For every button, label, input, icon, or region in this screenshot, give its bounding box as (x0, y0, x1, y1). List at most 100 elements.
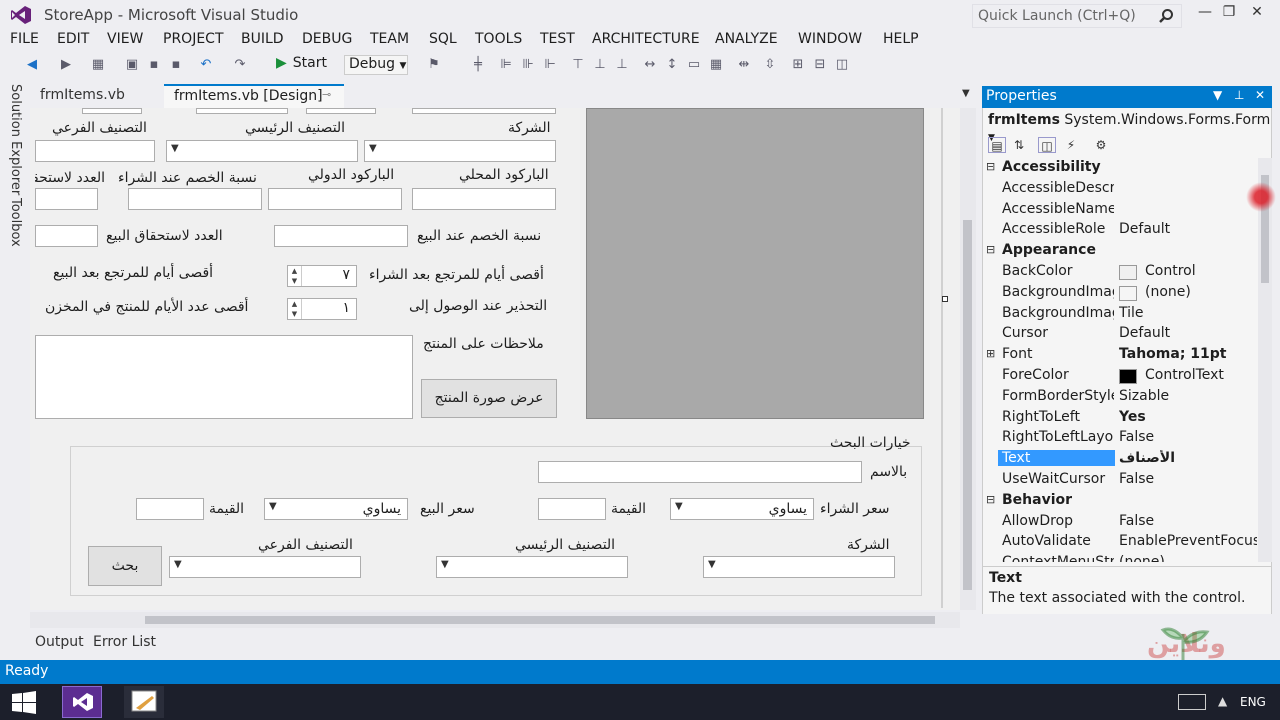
toolbox-tab[interactable]: Toolbox (8, 198, 23, 247)
property-value[interactable]: False (1119, 471, 1257, 487)
top-field-4[interactable] (412, 108, 556, 114)
align-bottom-icon[interactable]: ⊥ (614, 57, 630, 73)
main-category-combo[interactable]: ▼ (166, 140, 358, 162)
same-width-icon[interactable]: ↔ (642, 57, 658, 73)
property-row[interactable]: AutoValidate EnablePreventFocusChange (983, 532, 1257, 553)
max-return-purchase-spinner[interactable]: ▲ ▼ ٧ (287, 265, 357, 287)
tray-arrow-icon[interactable]: ▲ (1218, 694, 1227, 708)
collapse-icon[interactable]: ⊟ (986, 243, 995, 256)
property-row[interactable]: Cursor Default (983, 324, 1257, 345)
property-value[interactable]: الأصناف (1119, 450, 1257, 466)
bring-front-icon[interactable]: ◫ (834, 57, 850, 73)
minimize-button[interactable]: — (1192, 4, 1218, 24)
size-to-grid-icon[interactable]: ▦ (708, 57, 724, 73)
property-row[interactable]: BackgroundImage (none) (983, 283, 1257, 304)
back-icon[interactable]: ◀ (24, 57, 40, 73)
align-middle-icon[interactable]: ⊥ (592, 57, 608, 73)
property-value[interactable]: False (1119, 429, 1257, 445)
property-value[interactable]: ControlText (1145, 367, 1257, 383)
v-spacing-icon[interactable]: ⇳ (762, 57, 778, 73)
property-value[interactable]: Default (1119, 221, 1257, 237)
pin-icon[interactable]: ⊥ (1234, 88, 1244, 102)
property-value[interactable]: (none) (1145, 284, 1257, 300)
property-pages-icon[interactable]: ⚙ (1092, 137, 1110, 153)
top-field-2[interactable] (196, 108, 288, 114)
same-height-icon[interactable]: ↕ (664, 57, 680, 73)
tab-frmitems-design[interactable]: frmItems.vb [Design] (164, 84, 344, 108)
alphabetical-icon[interactable]: ⇅ (1010, 137, 1028, 153)
attach-icon[interactable]: ⚑ (426, 57, 442, 73)
expand-icon[interactable]: ⊞ (986, 347, 995, 360)
property-value[interactable]: Tile (1119, 305, 1257, 321)
events-icon[interactable]: ⚡ (1062, 137, 1080, 153)
local-barcode-input[interactable] (412, 188, 556, 210)
company-combo[interactable]: ▼ (364, 140, 556, 162)
property-value[interactable]: Sizable (1119, 388, 1257, 404)
align-center-icon[interactable]: ⊪ (520, 57, 536, 73)
show-image-button[interactable]: عرض صورة المنتج (421, 379, 557, 418)
property-row[interactable]: ContextMenuStrip (none) (983, 553, 1257, 562)
search-icon[interactable] (1158, 8, 1174, 24)
sale-discount-input[interactable] (274, 225, 408, 247)
categorized-icon[interactable]: ▤ (988, 137, 1006, 153)
property-row[interactable]: RightToLeft Yes (983, 408, 1257, 429)
property-row[interactable]: ⊞ Font Tahoma; 11pt (983, 345, 1257, 366)
property-row[interactable]: BackgroundImageLayout Tile (983, 304, 1257, 325)
save-icon[interactable]: ▪ (146, 57, 162, 73)
top-field-3[interactable] (306, 108, 376, 114)
property-value[interactable]: Default (1119, 325, 1257, 341)
designer-horizontal-scroll-thumb[interactable] (145, 616, 935, 624)
restore-button[interactable]: ❐ (1216, 4, 1242, 24)
error-list-tab[interactable]: Error List (93, 634, 156, 650)
menu-debug[interactable]: DEBUG (302, 31, 352, 47)
solution-explorer-tab[interactable]: Solution Explorer (8, 84, 23, 195)
property-row[interactable]: AllowDrop False (983, 512, 1257, 533)
tab-list-dropdown-icon[interactable]: ▼ (962, 88, 970, 99)
property-row[interactable]: UseWaitCursor False (983, 470, 1257, 491)
menu-help[interactable]: HELP (883, 31, 919, 47)
open-icon[interactable]: ▣ (124, 57, 140, 73)
taskbar-visual-studio-icon[interactable] (62, 686, 102, 718)
property-row[interactable]: BackColor Control (983, 262, 1257, 283)
menu-view[interactable]: VIEW (107, 31, 143, 47)
property-value[interactable]: Yes (1119, 409, 1257, 425)
menu-team[interactable]: TEAM (370, 31, 409, 47)
property-value[interactable]: Tahoma; 11pt (1119, 346, 1257, 362)
property-category[interactable]: ⊟ Appearance (983, 241, 1257, 262)
properties-view-icon[interactable]: ◫ (1038, 137, 1056, 153)
menu-architecture[interactable]: ARCHITECTURE (592, 31, 700, 47)
close-button[interactable]: ✕ (1244, 4, 1270, 24)
count-purchase-input[interactable] (35, 188, 98, 210)
count-sale-input[interactable] (35, 225, 98, 247)
new-project-icon[interactable]: ▦ (90, 57, 106, 73)
property-row[interactable]: RightToLeftLayout False (983, 428, 1257, 449)
pin-icon[interactable]: ⊸ (322, 88, 331, 101)
purchase-value-input[interactable] (538, 498, 606, 520)
align-right-icon[interactable]: ⊩ (542, 57, 558, 73)
start-button[interactable]: ▶ Start (276, 55, 327, 71)
property-value[interactable]: Control (1145, 263, 1257, 279)
property-value[interactable]: False (1119, 513, 1257, 529)
property-row[interactable]: AccessibleDescription (983, 179, 1257, 200)
input-language[interactable]: ENG (1240, 695, 1266, 709)
property-row[interactable]: ForeColor ControlText (983, 366, 1257, 387)
align-left-icon[interactable]: ⊫ (498, 57, 514, 73)
property-row[interactable]: AccessibleRole Default (983, 220, 1257, 241)
keyboard-icon[interactable] (1178, 694, 1206, 710)
forward-icon[interactable]: ▶ (58, 57, 74, 73)
collapse-icon[interactable]: ⊟ (986, 160, 995, 173)
same-size-icon[interactable]: ▭ (686, 57, 702, 73)
menu-analyze[interactable]: ANALYZE (715, 31, 778, 47)
purchase-discount-input[interactable] (128, 188, 262, 210)
property-value[interactable]: EnablePreventFocusChange (1119, 533, 1257, 549)
undo-icon[interactable]: ↶ (198, 57, 214, 73)
property-category[interactable]: ⊟ Accessibility (983, 158, 1257, 179)
close-icon[interactable]: ✕ (1255, 88, 1265, 102)
menu-sql[interactable]: SQL (429, 31, 457, 47)
sale-value-input[interactable] (136, 498, 204, 520)
designer-vertical-scroll-thumb[interactable] (963, 220, 972, 590)
property-row[interactable]: Text الأصناف (983, 449, 1257, 470)
h-spacing-icon[interactable]: ⇹ (736, 57, 752, 73)
property-category[interactable]: ⊟ Behavior (983, 491, 1257, 512)
collapse-icon[interactable]: ⊟ (986, 493, 995, 506)
